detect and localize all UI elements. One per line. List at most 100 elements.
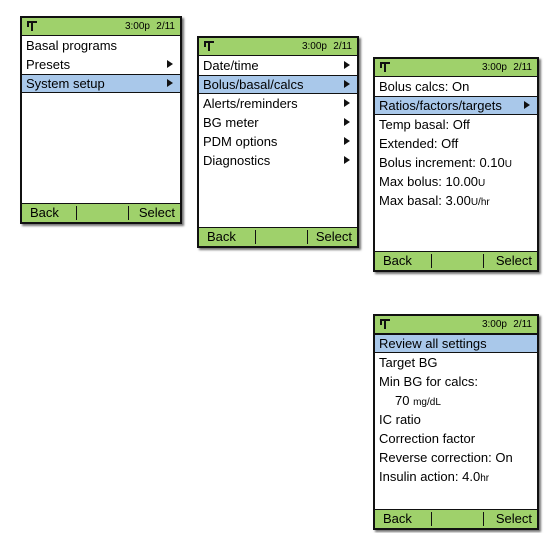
setting-label: Bolus calcs: xyxy=(379,79,449,94)
setting-label: Max bolus: xyxy=(379,174,442,189)
back-button[interactable]: Back xyxy=(30,204,59,222)
pdm-screen-ratios-factors-targets: 3:00p 2/11 Review all settings Target BG… xyxy=(373,314,539,530)
setting-unit: U/hr xyxy=(470,197,490,208)
chevron-right-icon xyxy=(344,61,350,69)
select-button[interactable]: Select xyxy=(496,252,532,270)
setting-min-bg-for-calcs[interactable]: Min BG for calcs: xyxy=(375,372,537,391)
select-button[interactable]: Select xyxy=(316,228,352,246)
setting-max-basal[interactable]: Max basal: 3.00U/hr xyxy=(375,191,537,210)
pdm-logo-icon xyxy=(380,62,390,72)
chevron-right-icon xyxy=(167,79,173,87)
setting-value: On xyxy=(495,450,513,465)
setting-label: Insulin action: xyxy=(379,469,459,484)
pdm-screen-bolus-basal-calcs: 3:00p 2/11 Bolus calcs: On Ratios/factor… xyxy=(373,57,539,272)
setting-insulin-action[interactable]: Insulin action: 4.0hr xyxy=(375,467,537,486)
status-bar: 3:00p 2/11 xyxy=(22,18,180,36)
setting-label: Min BG for calcs: xyxy=(379,374,478,389)
menu-item-bg-meter[interactable]: BG meter xyxy=(199,113,357,132)
softkey-divider xyxy=(483,254,484,268)
setting-unit: U xyxy=(504,159,512,170)
settings-list: Bolus calcs: On Ratios/factors/targets T… xyxy=(375,77,537,210)
back-button[interactable]: Back xyxy=(383,252,412,270)
status-time: 3:00p xyxy=(481,319,507,330)
menu-item-bolus-basal-calcs[interactable]: Bolus/basal/calcs xyxy=(199,75,357,94)
back-button[interactable]: Back xyxy=(207,228,236,246)
setting-label: Correction factor xyxy=(379,431,476,446)
menu-list: Date/time Bolus/basal/calcs Alerts/remin… xyxy=(199,56,357,170)
setting-correction-factor[interactable]: Correction factor xyxy=(375,429,537,448)
menu-item-date-time[interactable]: Date/time xyxy=(199,56,357,75)
softkey-divider xyxy=(128,206,129,220)
pdm-logo-icon xyxy=(204,41,214,51)
menu-item-label: Basal programs xyxy=(26,38,118,53)
setting-bolus-increment[interactable]: Bolus increment: 0.10U xyxy=(375,153,537,172)
softkey-divider xyxy=(307,230,308,244)
status-date: 2/11 xyxy=(513,62,532,73)
setting-temp-basal[interactable]: Temp basal: Off xyxy=(375,115,537,134)
setting-extended[interactable]: Extended: Off xyxy=(375,134,537,153)
menu-item-label: BG meter xyxy=(203,115,259,130)
setting-bolus-calcs[interactable]: Bolus calcs: On xyxy=(375,77,537,96)
softkey-divider xyxy=(255,230,256,244)
setting-label: Ratios/factors/targets xyxy=(379,98,502,113)
setting-unit: hr xyxy=(480,473,490,484)
softkey-divider xyxy=(431,512,432,526)
setting-unit: U xyxy=(478,178,486,189)
status-date: 2/11 xyxy=(333,41,352,52)
setting-value: Off xyxy=(452,117,470,132)
status-date: 2/11 xyxy=(156,21,175,32)
pdm-screen-system-setup: 3:00p 2/11 Date/time Bolus/basal/calcs A… xyxy=(197,36,359,248)
status-bar: 3:00p 2/11 xyxy=(375,59,537,77)
setting-max-bolus[interactable]: Max bolus: 10.00U xyxy=(375,172,537,191)
chevron-right-icon xyxy=(344,118,350,126)
chevron-right-icon xyxy=(344,99,350,107)
setting-target-bg[interactable]: Target BG xyxy=(375,353,537,372)
chevron-right-icon xyxy=(167,60,173,68)
setting-value: On xyxy=(452,79,470,94)
status-bar: 3:00p 2/11 xyxy=(375,316,537,334)
setting-label: IC ratio xyxy=(379,412,421,427)
setting-label: Extended: xyxy=(379,136,438,151)
softkey-divider xyxy=(483,512,484,526)
menu-item-system-setup[interactable]: System setup xyxy=(22,74,180,93)
settings-list: Review all settings Target BG Min BG for… xyxy=(375,334,537,486)
menu-item-label: Bolus/basal/calcs xyxy=(203,77,304,92)
setting-value: 3.00 xyxy=(445,193,471,208)
setting-value: Off xyxy=(441,136,459,151)
select-button[interactable]: Select xyxy=(139,204,175,222)
setting-label: Target BG xyxy=(379,355,438,370)
pdm-logo-icon xyxy=(380,319,390,329)
chevron-right-icon xyxy=(344,137,350,145)
menu-item-pdm-options[interactable]: PDM options xyxy=(199,132,357,151)
softkey-divider xyxy=(76,206,77,220)
setting-review-all-settings[interactable]: Review all settings xyxy=(375,334,537,353)
setting-value: 10.00 xyxy=(445,174,479,189)
status-date: 2/11 xyxy=(513,319,532,330)
menu-item-diagnostics[interactable]: Diagnostics xyxy=(199,151,357,170)
setting-label: Bolus increment: xyxy=(379,155,476,170)
status-time: 3:00p xyxy=(301,41,327,52)
status-bar: 3:00p 2/11 xyxy=(199,38,357,56)
softkey-bar: Back Select xyxy=(199,227,357,246)
back-button[interactable]: Back xyxy=(383,510,412,528)
softkey-bar: Back Select xyxy=(22,203,180,222)
menu-item-label: System setup xyxy=(26,76,105,91)
setting-min-bg-value: 70 mg/dL xyxy=(375,391,537,410)
pdm-logo-icon xyxy=(27,21,37,31)
setting-unit: mg/dL xyxy=(413,397,441,408)
setting-ratios-factors-targets[interactable]: Ratios/factors/targets xyxy=(375,96,537,115)
menu-item-alerts-reminders[interactable]: Alerts/reminders xyxy=(199,94,357,113)
menu-item-presets[interactable]: Presets xyxy=(22,55,180,74)
status-time: 3:00p xyxy=(124,21,150,32)
setting-ic-ratio[interactable]: IC ratio xyxy=(375,410,537,429)
softkey-divider xyxy=(431,254,432,268)
menu-item-label: Alerts/reminders xyxy=(203,96,298,111)
menu-list: Basal programs Presets System setup xyxy=(22,36,180,93)
setting-label: Temp basal: xyxy=(379,117,450,132)
menu-item-basal-programs[interactable]: Basal programs xyxy=(22,36,180,55)
select-button[interactable]: Select xyxy=(496,510,532,528)
setting-reverse-correction[interactable]: Reverse correction: On xyxy=(375,448,537,467)
menu-item-label: Diagnostics xyxy=(203,153,271,168)
setting-label: Reverse correction: xyxy=(379,450,492,465)
chevron-right-icon xyxy=(344,80,350,88)
